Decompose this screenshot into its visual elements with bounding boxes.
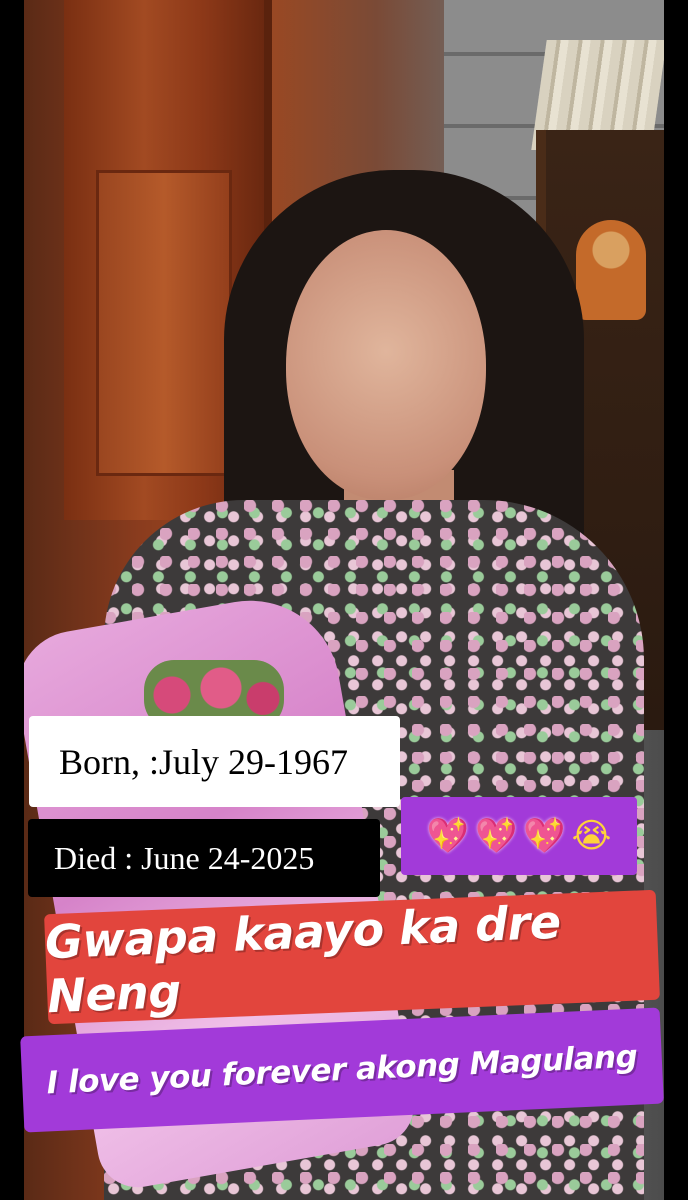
doll-figure <box>576 220 646 320</box>
woman-face <box>286 230 486 500</box>
message-text: I love you forever akong Magulang <box>45 1038 639 1102</box>
born-date-text: Born, :July 29-1967 <box>59 741 349 782</box>
sparkling-heart-icon: 💖 <box>426 816 469 856</box>
died-date-text: Died : June 24-2025 <box>54 839 315 876</box>
born-date-label: Born, :July 29-1967 <box>29 716 400 807</box>
crying-face-icon: 😭 <box>571 816 612 856</box>
emoji-sticker: 💖 💖 💖 😭 <box>401 797 637 875</box>
door-panel <box>96 170 232 476</box>
sparkling-heart-icon: 💖 <box>523 816 566 856</box>
title-text: Gwapa kaayo ka dre Neng <box>44 894 562 1024</box>
sparkling-heart-icon: 💖 <box>474 816 518 856</box>
died-date-label: Died : June 24-2025 <box>28 819 380 897</box>
